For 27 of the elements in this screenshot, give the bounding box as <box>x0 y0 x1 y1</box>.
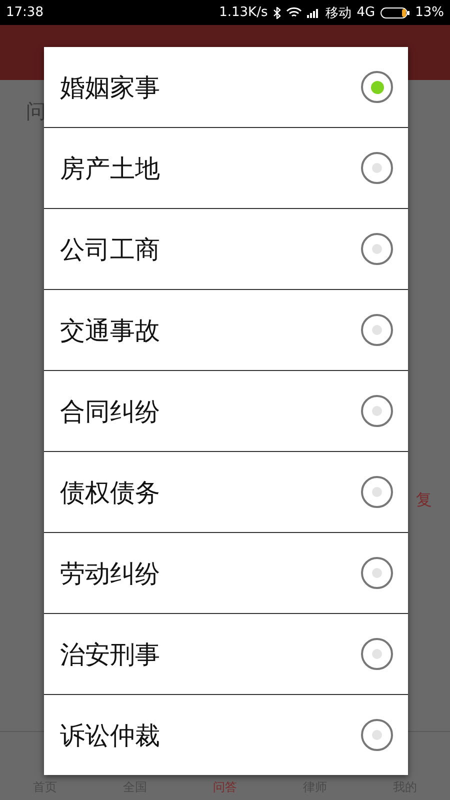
network-speed: 1.13K/s <box>219 5 268 20</box>
wifi-icon <box>286 6 302 18</box>
radio-button[interactable] <box>361 476 393 508</box>
category-option[interactable]: 房产土地 <box>44 127 408 208</box>
category-option[interactable]: 债权债务 <box>44 451 408 532</box>
category-option[interactable]: 合同纠纷 <box>44 370 408 451</box>
signal-icon <box>306 8 321 18</box>
radio-button[interactable] <box>361 233 393 265</box>
category-option[interactable]: 治安刑事 <box>44 613 408 694</box>
category-option[interactable]: 劳动纠纷 <box>44 532 408 613</box>
battery-level: 13% <box>415 5 444 20</box>
bluetooth-icon <box>272 6 281 18</box>
category-option[interactable]: 公司工商 <box>44 208 408 289</box>
radio-button[interactable] <box>361 71 393 103</box>
status-time: 17:38 <box>6 5 44 20</box>
radio-button[interactable] <box>361 719 393 751</box>
radio-button[interactable] <box>361 638 393 670</box>
category-option[interactable]: 交通事故 <box>44 289 408 370</box>
category-option[interactable]: 诉讼仲裁 <box>44 694 408 775</box>
battery-icon <box>380 6 410 18</box>
radio-button[interactable] <box>361 557 393 589</box>
radio-button[interactable] <box>361 395 393 427</box>
radio-button[interactable] <box>361 152 393 184</box>
network-type: 4G <box>356 5 376 20</box>
carrier-label: 移动 <box>326 4 352 22</box>
radio-button[interactable] <box>361 314 393 346</box>
category-option[interactable]: 婚姻家事 <box>44 47 408 127</box>
